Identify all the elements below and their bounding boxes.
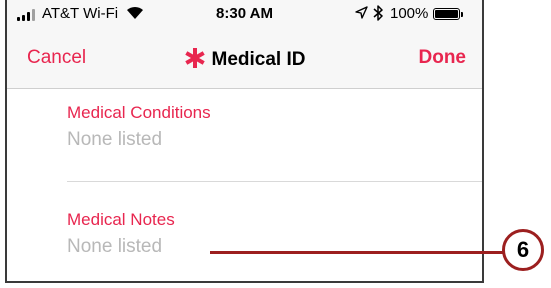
bluetooth-icon [373,5,383,21]
divider [67,181,482,182]
battery-tip [461,12,463,17]
battery-icon [433,8,460,20]
page-title: Medical ID [7,47,482,71]
medical-conditions-value[interactable]: None listed [67,129,482,151]
done-button[interactable]: Done [419,47,467,69]
status-bar: AT&T Wi-Fi 8:30 AM 100% [7,0,482,28]
medical-conditions-label: Medical Conditions [67,103,211,122]
medical-conditions-field[interactable]: Medical Conditions None listed [67,103,482,151]
asterisk-icon [184,48,205,68]
phone-screen: AT&T Wi-Fi 8:30 AM 100% Cancel Medical I… [5,0,484,283]
navigation-bar: Cancel Medical ID Done [7,28,482,89]
medical-notes-value[interactable]: None listed [67,236,482,258]
callout-line [210,251,503,254]
medical-notes-label: Medical Notes [67,210,175,229]
location-arrow-icon [355,6,368,19]
callout-badge: 6 [502,229,544,271]
battery-percent: 100% [390,5,429,22]
page-title-text: Medical ID [211,49,306,70]
